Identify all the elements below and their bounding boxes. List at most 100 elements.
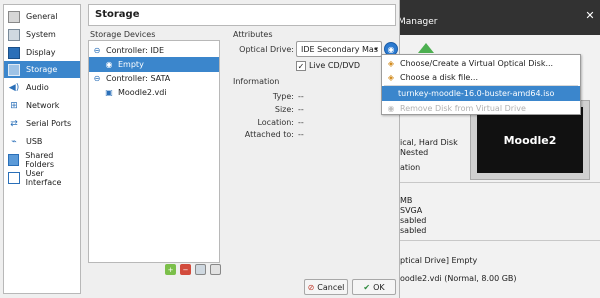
cancel-icon: ⊘ bbox=[307, 282, 315, 292]
tree-item-controller-sata[interactable]: ⊖ Controller: SATA bbox=[89, 71, 219, 86]
tree-item-controller-ide[interactable]: ⊖ Controller: IDE bbox=[89, 43, 219, 58]
sidebar-item-system[interactable]: System bbox=[4, 26, 80, 43]
cancel-button[interactable]: ⊘ Cancel bbox=[304, 279, 348, 295]
manager-window-background: Manager ✕ Moodle2 ical, Hard Disk Nested… bbox=[390, 0, 600, 298]
info-label: Location: bbox=[257, 118, 294, 127]
information-heading: Information bbox=[233, 77, 280, 86]
sidebar-item-label: Network bbox=[26, 101, 60, 110]
user-interface-icon bbox=[8, 171, 20, 184]
sidebar-item-general[interactable]: General bbox=[4, 8, 80, 25]
info-value: -- bbox=[298, 130, 304, 139]
optical-drive-label: Optical Drive: bbox=[239, 45, 294, 54]
detail-text: Nested bbox=[400, 148, 429, 157]
sidebar-item-shared-folders[interactable]: Shared Folders bbox=[4, 150, 80, 169]
settings-dialog: General System Display Storage ◀) Audio … bbox=[0, 0, 400, 298]
optical-disk-file-icon: ◈ bbox=[387, 73, 395, 82]
hard-disk-icon: ▣ bbox=[105, 88, 113, 97]
remove-attachment-icon[interactable] bbox=[210, 264, 221, 275]
manager-titlebar: Manager ✕ bbox=[390, 0, 600, 35]
tree-toolbar: + − bbox=[165, 264, 221, 275]
cancel-label: Cancel bbox=[317, 282, 345, 292]
info-label: Attached to: bbox=[244, 130, 294, 139]
divider bbox=[390, 182, 600, 183]
storage-tree: ⊖ Controller: IDE ◉ Empty ⊖ Controller: … bbox=[88, 40, 220, 263]
divider bbox=[390, 240, 600, 241]
detail-text: ation bbox=[400, 163, 421, 172]
general-icon bbox=[8, 10, 20, 23]
menu-item-turnkey-iso[interactable]: turnkey-moodle-16.0-buster-amd64.iso bbox=[382, 86, 580, 101]
remove-controller-icon[interactable]: − bbox=[180, 264, 191, 275]
remove-disk-icon: ◉ bbox=[387, 104, 395, 113]
tree-item-moodle-vdi[interactable]: ▣ Moodle2.vdi bbox=[89, 85, 219, 100]
chevron-down-icon: ▾ bbox=[374, 45, 378, 53]
system-icon bbox=[8, 28, 20, 41]
menu-item-label: Choose/Create a Virtual Optical Disk... bbox=[400, 59, 554, 68]
detail-text: SVGA bbox=[400, 206, 423, 215]
info-label: Type: bbox=[272, 92, 294, 101]
live-cd-label: Live CD/DVD bbox=[309, 61, 360, 70]
display-icon bbox=[8, 46, 20, 59]
network-icon: ⊞ bbox=[10, 100, 18, 111]
sidebar-item-display[interactable]: Display bbox=[4, 44, 80, 61]
detail-text: sabled bbox=[400, 226, 427, 235]
info-label: Size: bbox=[274, 105, 294, 114]
sidebar-item-label: Audio bbox=[26, 83, 49, 92]
sidebar-item-label: General bbox=[26, 12, 58, 21]
optical-drive-select[interactable]: IDE Secondary Mas ▾ bbox=[296, 41, 382, 57]
info-value: -- bbox=[298, 92, 304, 101]
menu-item-label: turnkey-moodle-16.0-buster-amd64.iso bbox=[398, 89, 555, 98]
shared-folders-icon bbox=[8, 153, 20, 166]
optical-disk-menu: ◈ Choose/Create a Virtual Optical Disk..… bbox=[381, 54, 581, 115]
usb-icon: ⌁ bbox=[11, 136, 17, 147]
storage-icon bbox=[8, 63, 20, 76]
sidebar-item-label: System bbox=[26, 30, 56, 39]
sidebar-item-label: Storage bbox=[26, 65, 58, 74]
detail-text: MB bbox=[400, 196, 413, 205]
ok-icon: ✔ bbox=[363, 282, 371, 292]
sidebar-item-label: Display bbox=[26, 48, 56, 57]
start-arrow-icon[interactable] bbox=[418, 43, 434, 53]
tree-item-label: Empty bbox=[118, 60, 144, 69]
tree-item-empty-optical[interactable]: ◉ Empty bbox=[89, 57, 219, 72]
settings-sidebar: General System Display Storage ◀) Audio … bbox=[3, 4, 81, 294]
detail-text: sabled bbox=[400, 216, 427, 225]
menu-item-remove-disk[interactable]: ◉ Remove Disk from Virtual Drive bbox=[382, 101, 580, 116]
sidebar-item-label: Shared Folders bbox=[25, 150, 55, 169]
live-cd-checkbox[interactable]: ✓ bbox=[296, 61, 306, 71]
menu-item-label: Remove Disk from Virtual Drive bbox=[400, 104, 526, 113]
detail-text: ptical Drive] Empty bbox=[400, 256, 478, 265]
audio-icon: ◀) bbox=[8, 82, 20, 93]
controller-icon: ⊖ bbox=[93, 46, 101, 55]
serial-ports-icon: ⇄ bbox=[10, 118, 18, 129]
optical-drive-value: IDE Secondary Mas bbox=[301, 45, 378, 54]
optical-disk-create-icon: ◈ bbox=[387, 59, 395, 68]
tree-item-label: Moodle2.vdi bbox=[118, 88, 167, 97]
sidebar-item-label: Serial Ports bbox=[26, 119, 72, 128]
sidebar-item-label: User Interface bbox=[25, 168, 62, 187]
attributes-heading: Attributes bbox=[233, 30, 273, 39]
sidebar-item-storage[interactable]: Storage bbox=[4, 61, 80, 78]
menu-item-choose-create[interactable]: ◈ Choose/Create a Virtual Optical Disk..… bbox=[382, 56, 580, 71]
detail-text: oodle2.vdi (Normal, 8.00 GB) bbox=[400, 274, 517, 283]
close-icon[interactable]: ✕ bbox=[584, 10, 596, 22]
menu-item-choose-disk-file[interactable]: ◈ Choose a disk file... bbox=[382, 70, 580, 85]
manager-title: Manager bbox=[398, 17, 438, 27]
sidebar-item-serial-ports[interactable]: ⇄ Serial Ports bbox=[4, 115, 80, 132]
sidebar-item-usb[interactable]: ⌁ USB bbox=[4, 133, 80, 150]
info-value: -- bbox=[298, 105, 304, 114]
detail-text: ical, Hard Disk bbox=[400, 138, 458, 147]
optical-disk-icon: ◉ bbox=[105, 60, 113, 69]
sidebar-item-audio[interactable]: ◀) Audio bbox=[4, 79, 80, 96]
sidebar-item-user-interface[interactable]: User Interface bbox=[4, 168, 80, 187]
ok-button[interactable]: ✔ OK bbox=[352, 279, 396, 295]
info-value: -- bbox=[298, 118, 304, 127]
controller-icon: ⊖ bbox=[93, 74, 101, 83]
ok-label: OK bbox=[373, 282, 385, 292]
sidebar-item-label: USB bbox=[26, 137, 43, 146]
sidebar-item-network[interactable]: ⊞ Network bbox=[4, 97, 80, 114]
add-attachment-icon[interactable] bbox=[195, 264, 206, 275]
page-title: Storage bbox=[88, 4, 396, 26]
tree-item-label: Controller: SATA bbox=[106, 74, 171, 83]
add-controller-icon[interactable]: + bbox=[165, 264, 176, 275]
storage-devices-heading: Storage Devices bbox=[90, 30, 156, 39]
